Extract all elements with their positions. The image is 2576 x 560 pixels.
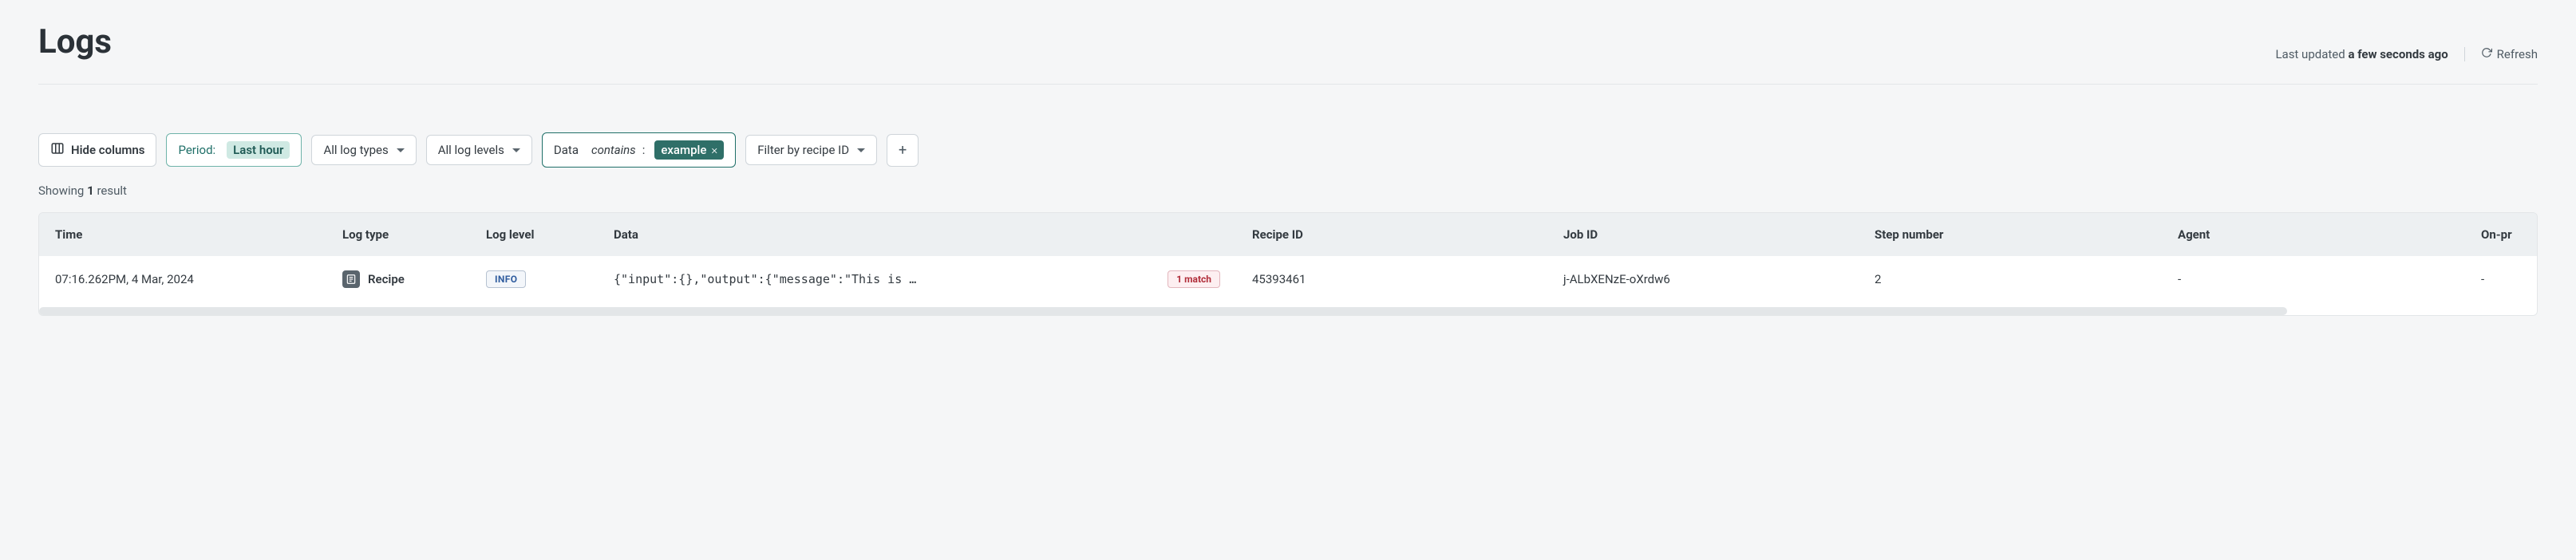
chevron-down-icon (857, 148, 865, 152)
col-header-job-id[interactable]: Job ID (1547, 213, 1859, 256)
filter-bar: Hide columns Period: Last hour All log t… (38, 132, 2538, 168)
data-filter-chip-value: example (661, 143, 706, 157)
recipe-id-filter[interactable]: Filter by recipe ID (745, 135, 877, 165)
cell-step: 2 (1859, 256, 2162, 302)
cell-agent: - (2162, 256, 2465, 302)
page-title: Logs (38, 22, 112, 61)
col-header-recipe-id[interactable]: Recipe ID (1236, 213, 1547, 256)
chevron-down-icon (512, 148, 520, 152)
result-count-text: Showing 1 result (38, 183, 2538, 198)
col-header-on-prem[interactable]: On-pr (2465, 213, 2538, 256)
hide-columns-label: Hide columns (71, 143, 144, 157)
log-levels-label: All log levels (438, 143, 504, 157)
refresh-button[interactable]: Refresh (2481, 47, 2538, 61)
divider (2464, 47, 2465, 61)
log-types-label: All log types (323, 143, 388, 157)
data-filter-operator: contains (591, 143, 636, 157)
log-levels-filter[interactable]: All log levels (426, 135, 532, 165)
col-header-log-level[interactable]: Log level (470, 213, 598, 256)
plus-icon: + (899, 142, 907, 159)
last-updated-label: Last updated (2275, 47, 2345, 61)
data-filter-chip: example × (654, 140, 724, 160)
cell-data: {"input":{},"output":{"message":"This is… (598, 256, 1236, 302)
table-header-row: Time Log type Log level Data Recipe ID J… (39, 213, 2538, 256)
result-count-number: 1 (87, 183, 94, 198)
logs-table: Time Log type Log level Data Recipe ID J… (39, 213, 2538, 302)
data-filter-colon: : (642, 143, 646, 157)
data-filter-field: Data (554, 143, 579, 157)
logs-table-container: Time Log type Log level Data Recipe ID J… (38, 212, 2538, 316)
cell-log-type-text: Recipe (368, 272, 405, 286)
col-header-time[interactable]: Time (39, 213, 326, 256)
chevron-down-icon (397, 148, 405, 152)
col-header-log-type[interactable]: Log type (326, 213, 470, 256)
page-header: Logs Last updated a few seconds ago Refr… (38, 22, 2538, 85)
refresh-icon (2481, 47, 2492, 61)
log-types-filter[interactable]: All log types (311, 135, 416, 165)
col-header-step[interactable]: Step number (1859, 213, 2162, 256)
cell-log-type: Recipe (326, 256, 470, 302)
result-count-prefix: Showing (38, 183, 84, 198)
log-level-badge: INFO (486, 270, 526, 288)
data-filter[interactable]: Data contains : example × (542, 132, 736, 168)
horizontal-scrollbar[interactable] (39, 307, 2537, 315)
columns-icon (50, 141, 65, 159)
result-count-suffix: result (97, 183, 126, 198)
add-filter-button[interactable]: + (887, 134, 919, 167)
cell-log-level: INFO (470, 256, 598, 302)
cell-job-id: j-ALbXENzE-oXrdw6 (1547, 256, 1859, 302)
refresh-label: Refresh (2497, 47, 2538, 61)
table-row[interactable]: 07:16.262PM, 4 Mar, 2024 Recipe INFO (39, 256, 2538, 302)
period-filter[interactable]: Period: Last hour (166, 133, 302, 167)
header-right-cluster: Last updated a few seconds ago Refresh (2275, 47, 2538, 61)
last-updated-text: Last updated a few seconds ago (2275, 47, 2448, 61)
period-value: Last hour (227, 141, 290, 159)
cell-recipe-id: 45393461 (1236, 256, 1547, 302)
recipe-id-filter-label: Filter by recipe ID (757, 143, 849, 157)
recipe-icon (342, 270, 360, 288)
period-label: Period: (178, 143, 215, 157)
match-count-badge: 1 match (1167, 270, 1220, 288)
scrollbar-thumb[interactable] (39, 307, 2287, 315)
col-header-data[interactable]: Data (598, 213, 1236, 256)
cell-data-json: {"input":{},"output":{"message":"This is… (614, 272, 1156, 286)
cell-time: 07:16.262PM, 4 Mar, 2024 (39, 256, 326, 302)
cell-on-prem: - (2465, 256, 2538, 302)
remove-chip-icon[interactable]: × (711, 143, 717, 157)
hide-columns-button[interactable]: Hide columns (38, 133, 156, 167)
col-header-agent[interactable]: Agent (2162, 213, 2465, 256)
last-updated-value: a few seconds ago (2348, 47, 2448, 61)
